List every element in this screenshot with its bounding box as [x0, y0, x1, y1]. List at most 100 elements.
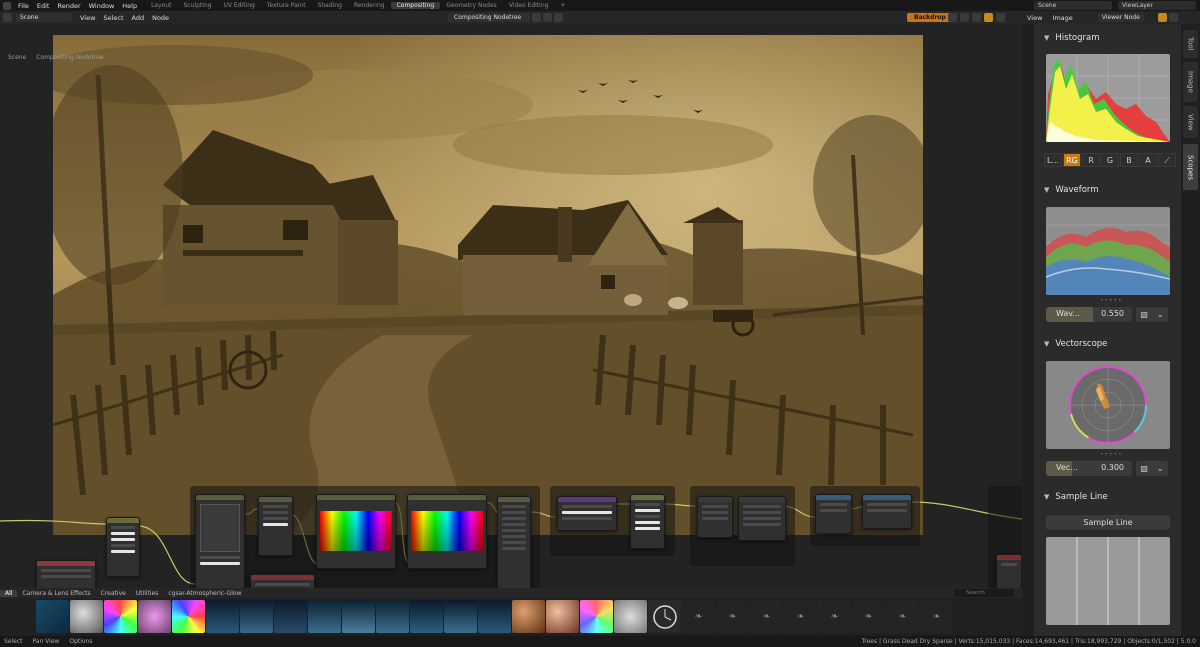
menu-view[interactable]: View — [76, 14, 99, 22]
sample-line-display[interactable] — [1046, 537, 1170, 625]
node-group-icon[interactable]: ❧ — [750, 600, 783, 633]
menu-image[interactable]: Image — [1047, 14, 1077, 22]
tab-uv-editing[interactable]: UV Editing — [218, 2, 261, 9]
node-tree-selector[interactable]: Compositing Nodetree — [448, 13, 530, 22]
asset-thumbnail[interactable] — [580, 600, 613, 633]
menu-file[interactable]: File — [14, 2, 33, 10]
snap-icon[interactable] — [972, 13, 981, 22]
node-glare[interactable] — [557, 496, 617, 531]
waveform-opacity-slider[interactable]: Wav... 0.550 — [1046, 307, 1132, 322]
waveform-header[interactable]: ▼ Waveform — [1034, 183, 1181, 197]
copy-icon[interactable] — [543, 13, 552, 22]
node-rgb-curves[interactable] — [195, 494, 245, 589]
sample-line-header[interactable]: ▼ Sample Line — [1034, 490, 1181, 504]
node-output[interactable] — [996, 554, 1022, 589]
node-filter[interactable] — [697, 496, 733, 538]
tab-geometry-nodes[interactable]: Geometry Nodes — [440, 2, 503, 9]
histogram-header[interactable]: ▼ Histogram — [1034, 31, 1181, 45]
node-group-icon[interactable]: ❧ — [886, 600, 919, 633]
overlay-dropdown-icon[interactable] — [960, 13, 969, 22]
log-scale-icon[interactable]: ⟋ — [1158, 153, 1176, 167]
menu-select[interactable]: Select — [99, 14, 127, 22]
delete-icon[interactable] — [554, 13, 563, 22]
channel-green-button[interactable]: G — [1101, 153, 1119, 167]
node-group-icon[interactable]: ❧ — [818, 600, 851, 633]
node-switch[interactable] — [815, 494, 852, 534]
channel-rgb-button[interactable]: RG — [1063, 153, 1081, 167]
menu-image-view[interactable]: View — [1022, 14, 1047, 22]
pin-icon[interactable] — [565, 13, 574, 22]
shelf-tab-creative[interactable]: Creative — [96, 590, 131, 597]
menu-window[interactable]: Window — [85, 2, 119, 10]
image-display-icon[interactable] — [1168, 13, 1178, 22]
tab-texture-paint[interactable]: Texture Paint — [261, 2, 312, 9]
node-hue-correct-2[interactable] — [407, 494, 487, 569]
channel-blue-button[interactable]: B — [1120, 153, 1138, 167]
node-group-icon[interactable]: ❧ — [920, 600, 953, 633]
sample-line-button[interactable]: Sample Line — [1046, 515, 1170, 530]
vectorscope-mode-dropdown[interactable]: ▧ ⌄ — [1136, 461, 1168, 476]
asset-thumbnail[interactable] — [648, 600, 681, 633]
tab-rendering[interactable]: Rendering — [348, 2, 391, 9]
tab-view[interactable]: View — [1183, 106, 1198, 138]
asset-search-input[interactable]: Search — [954, 589, 1014, 597]
tab-image[interactable]: Image — [1183, 62, 1198, 102]
tab-layout[interactable]: Layout — [145, 2, 177, 9]
node-viewer[interactable] — [862, 494, 912, 529]
asset-thumbnail[interactable] — [36, 600, 69, 633]
shelf-tab-atmospheric-glow[interactable]: cgsar-Atmospheric-Glow — [163, 590, 246, 597]
asset-thumbnail[interactable] — [512, 600, 545, 633]
channel-alpha-button[interactable]: A — [1139, 153, 1157, 167]
resize-handle-icon[interactable]: ••••• — [1100, 297, 1123, 304]
tab-video-editing[interactable]: Video Editing — [503, 2, 555, 9]
asset-thumbnail[interactable] — [376, 600, 409, 633]
asset-thumbnail[interactable] — [308, 600, 341, 633]
asset-thumbnail[interactable] — [240, 600, 273, 633]
tab-tool[interactable]: Tool — [1183, 30, 1198, 58]
backdrop-button[interactable]: Backdrop — [907, 13, 953, 22]
node-group-icon[interactable]: ❧ — [682, 600, 715, 633]
asset-thumbnail[interactable] — [138, 600, 171, 633]
menu-node[interactable]: Node — [148, 14, 173, 22]
node-color-correction[interactable] — [497, 496, 531, 596]
histogram-display[interactable] — [1046, 54, 1170, 142]
shelf-tab-utilities[interactable]: Utilities — [131, 590, 164, 597]
asset-thumbnail[interactable] — [206, 600, 239, 633]
channel-toggle-icon[interactable] — [984, 13, 993, 22]
scene-selector[interactable]: Scene — [1034, 1, 1112, 10]
asset-thumbnail[interactable] — [342, 600, 375, 633]
viewer-node-selector[interactable]: Viewer Node — [1097, 13, 1144, 22]
menu-help[interactable]: Help — [118, 2, 141, 10]
node-hue-correct[interactable] — [316, 494, 396, 569]
pin-image-icon[interactable] — [1157, 13, 1167, 22]
view-layer-selector[interactable]: ViewLayer — [1118, 1, 1196, 10]
channel-luma-button[interactable]: L... — [1044, 153, 1062, 167]
breadcrumb-scene[interactable]: Scene — [8, 54, 26, 61]
tab-sculpting[interactable]: Sculpting — [178, 2, 218, 9]
menu-edit[interactable]: Edit — [33, 2, 54, 10]
scene-field[interactable]: Scene — [16, 13, 72, 22]
node-color-balance[interactable] — [258, 496, 293, 556]
asset-thumbnail[interactable] — [104, 600, 137, 633]
node-group-icon[interactable]: ❧ — [716, 600, 749, 633]
node-mix-2[interactable] — [738, 496, 786, 541]
waveform-mode-dropdown[interactable]: ▧ ⌄ — [1136, 307, 1168, 322]
node-group-icon[interactable]: ❧ — [852, 600, 885, 633]
overlay-icon[interactable] — [948, 13, 957, 22]
vectorscope-header[interactable]: ▼ Vectorscope — [1034, 337, 1181, 351]
breadcrumb-tree[interactable]: Compositing Nodetree — [36, 54, 103, 61]
node-editor[interactable]: Scene Compositing Nodetree — [0, 24, 1022, 599]
add-workspace-button[interactable]: + — [554, 2, 571, 9]
asset-thumbnail[interactable] — [546, 600, 579, 633]
channel-red-button[interactable]: R — [1082, 153, 1100, 167]
asset-thumbnail[interactable] — [478, 600, 511, 633]
editor-type-icon[interactable] — [3, 13, 12, 22]
menu-add[interactable]: Add — [128, 14, 149, 22]
tab-compositing[interactable]: Compositing — [390, 2, 441, 9]
waveform-display[interactable] — [1046, 207, 1170, 295]
shelf-tab-all[interactable]: All — [0, 589, 18, 597]
fake-user-icon[interactable] — [532, 13, 541, 22]
asset-thumbnail[interactable] — [614, 600, 647, 633]
snap-dropdown-icon[interactable] — [996, 13, 1005, 22]
asset-thumbnail[interactable] — [70, 600, 103, 633]
